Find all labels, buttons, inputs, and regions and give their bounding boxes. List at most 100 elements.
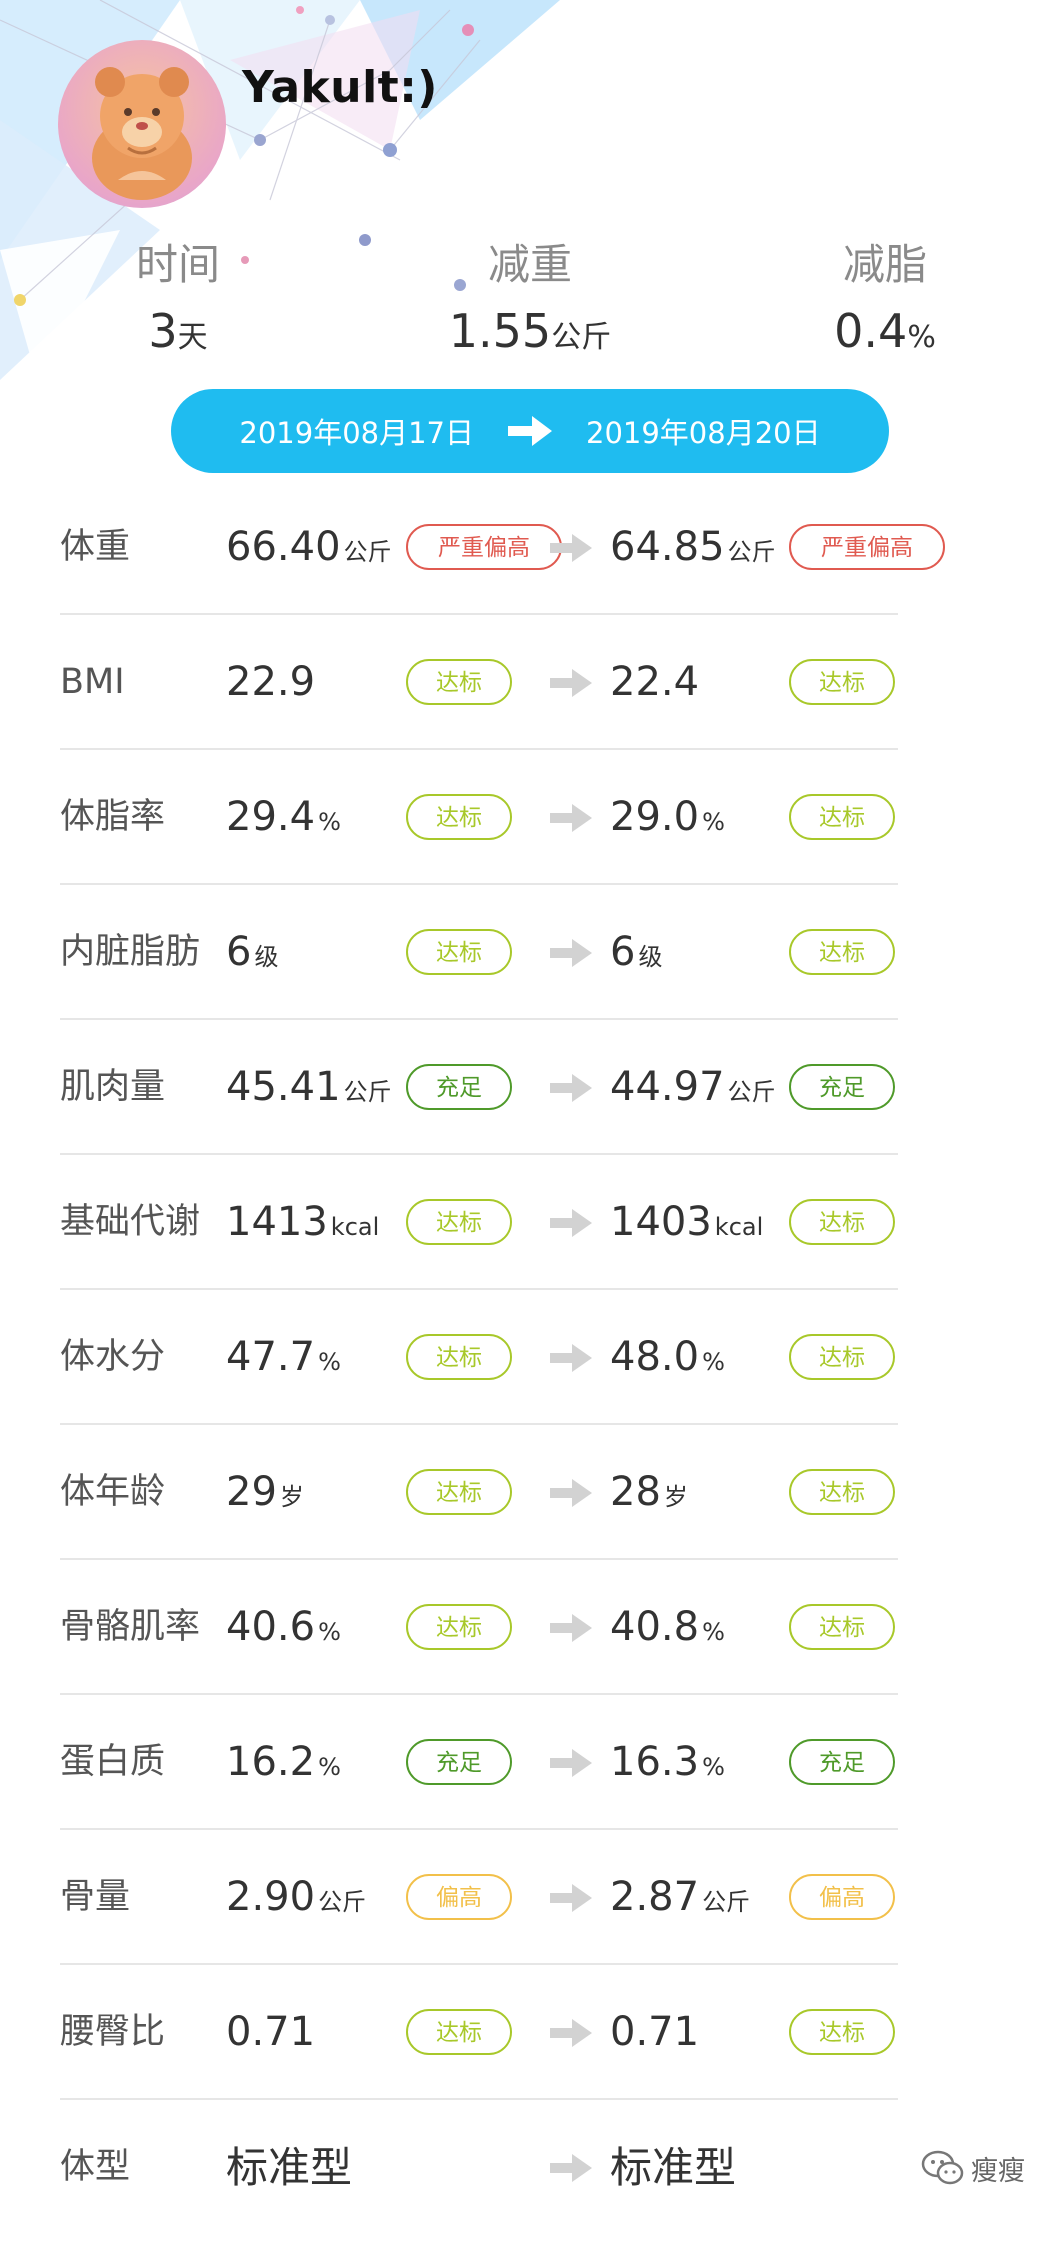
metric-before-number: 29 — [226, 1469, 277, 1515]
date-end: 2019年08月20日 — [586, 416, 821, 450]
stat-weight-label: 减重 — [487, 240, 572, 289]
metric-after-value: 64.85 公斤 — [610, 480, 776, 615]
date-range-pill[interactable]: 2019年08月17日 2019年08月20日 — [171, 389, 889, 473]
metric-before-unit: % — [318, 1348, 341, 1376]
stat-time-unit: 天 — [177, 320, 208, 355]
bear-avatar-icon — [92, 67, 192, 200]
metric-row: 骨量 2.90 公斤 偏高 2.87 公斤 偏高 — [0, 1830, 1059, 1965]
arrow-right-icon — [550, 1884, 592, 1912]
arrow-right-icon — [550, 1614, 592, 1642]
stat-fat-loss: 减脂 0.4% — [800, 244, 970, 355]
metric-after-value: 16.3% — [610, 1695, 725, 1830]
metric-before-unit: 级 — [254, 943, 279, 971]
status-badge-before: 达标 — [406, 1334, 512, 1380]
status-badge-after: 达标 — [789, 659, 895, 705]
metric-before-unit: % — [318, 1753, 341, 1781]
stat-time: 时间 3天 — [118, 244, 238, 355]
metric-after-value: 标准型 — [610, 2100, 739, 2235]
status-badge-after: 达标 — [789, 929, 895, 975]
metric-row: 体脂率 29.4% 达标 29.0% 达标 — [0, 750, 1059, 885]
metric-after-value: 6级 — [610, 885, 662, 1020]
metric-label: 腰臀比 — [60, 2012, 166, 2052]
metric-before-unit: 岁 — [279, 1483, 304, 1511]
metric-before-value: 2.90 公斤 — [226, 1830, 366, 1965]
metric-row: 腰臀比 0.71 达标 0.71 达标 — [0, 1965, 1059, 2100]
metric-before-number: 16.2 — [226, 1739, 316, 1785]
wechat-icon — [921, 2150, 964, 2185]
metric-before-unit: 公斤 — [343, 538, 392, 566]
stat-time-value: 3天 — [118, 308, 238, 354]
metric-label: 体脂率 — [60, 797, 166, 837]
metric-before-value: 1413 kcal — [226, 1155, 379, 1290]
stat-time-number: 3 — [148, 304, 178, 358]
metric-after-value: 0.71 — [610, 1965, 702, 2100]
metric-after-value: 1403 kcal — [610, 1155, 763, 1290]
arrow-right-icon — [550, 2019, 592, 2047]
metric-label: 蛋白质 — [60, 1742, 166, 1782]
metric-after-number: 0.71 — [610, 2009, 700, 2055]
metric-after-unit: 公斤 — [702, 1888, 751, 1916]
stat-weight-value: 1.55公斤 — [420, 308, 640, 354]
metric-after-number: 22.4 — [610, 659, 700, 705]
metric-row: 体水分 47.7% 达标 48.0% 达标 — [0, 1290, 1059, 1425]
metric-before-value: 47.7% — [226, 1290, 341, 1425]
metric-row: 骨骼肌率 40.6% 达标 40.8% 达标 — [0, 1560, 1059, 1695]
metric-after-number: 40.8 — [610, 1604, 700, 1650]
status-badge-after: 达标 — [789, 1199, 895, 1245]
avatar[interactable] — [58, 40, 226, 208]
status-badge-before: 达标 — [406, 794, 512, 840]
metric-after-value: 22.4 — [610, 615, 702, 750]
stat-weight-loss: 减重 1.55公斤 — [420, 240, 640, 355]
metric-label: 内脏脂肪 — [60, 932, 201, 972]
metric-before-number: 0.71 — [226, 2009, 316, 2055]
metric-before-value: 45.41 公斤 — [226, 1020, 392, 1155]
metric-after-unit: 岁 — [663, 1483, 688, 1511]
status-badge-before: 偏高 — [406, 1874, 512, 1920]
status-badge-after: 达标 — [789, 1469, 895, 1515]
metric-row: 体年龄 29 岁达标 28 岁达标 — [0, 1425, 1059, 1560]
arrow-right-icon — [550, 804, 592, 832]
metric-after-unit: % — [702, 1753, 725, 1781]
arrow-right-icon — [550, 2154, 592, 2182]
status-badge-before: 达标 — [406, 929, 512, 975]
arrow-right-icon — [508, 416, 552, 446]
metric-after-number: 2.87 — [610, 1874, 700, 1920]
watermark-text: 瘦瘦 — [971, 2155, 1025, 2187]
metric-after-number: 1403 — [610, 1199, 712, 1245]
status-badge-after: 达标 — [789, 1604, 895, 1650]
metric-before-number: 29.4 — [226, 794, 316, 840]
metric-before-number: 22.9 — [226, 659, 316, 705]
metric-before-number: 40.6 — [226, 1604, 316, 1650]
metric-after-unit: 公斤 — [727, 1078, 776, 1106]
metric-after-unit: % — [702, 808, 725, 836]
metric-after-value: 44.97 公斤 — [610, 1020, 776, 1155]
status-badge-after: 达标 — [789, 794, 895, 840]
arrow-right-icon — [550, 1479, 592, 1507]
status-badge-before: 达标 — [406, 2009, 512, 2055]
status-badge-before: 充足 — [406, 1064, 512, 1110]
arrow-right-icon — [550, 534, 592, 562]
status-badge-before: 达标 — [406, 1469, 512, 1515]
metric-before-value: 0.71 — [226, 1965, 318, 2100]
metric-row: 体型 标准型 标准型 — [0, 2100, 1059, 2235]
metric-before-value: 16.2% — [226, 1695, 341, 1830]
arrow-right-icon — [550, 1344, 592, 1372]
metric-label: 体型 — [60, 2147, 131, 2187]
metrics-list: 体重 66.40 公斤 严重偏高 64.85 公斤 严重偏高 BMI 22.9 达标 22.4 达标体… — [0, 480, 1059, 2235]
metric-before-unit: 公斤 — [343, 1078, 392, 1106]
metric-before-unit: % — [318, 808, 341, 836]
metric-label: 骨骼肌率 — [60, 1607, 201, 1647]
stat-fat-number: 0.4 — [834, 304, 908, 358]
date-start: 2019年08月17日 — [239, 416, 474, 450]
metric-after-number: 16.3 — [610, 1739, 700, 1785]
metric-after-number: 28 — [610, 1469, 661, 1515]
stat-fat-value: 0.4% — [800, 308, 970, 354]
username: Yakult:) — [242, 62, 438, 113]
metric-after-unit: % — [702, 1618, 725, 1646]
metric-label: 体年龄 — [60, 1472, 166, 1512]
arrow-right-icon — [550, 669, 592, 697]
metric-row: 体重 66.40 公斤 严重偏高 64.85 公斤 严重偏高 — [0, 480, 1059, 615]
metric-before-unit: % — [318, 1618, 341, 1646]
metric-label: 骨量 — [60, 1877, 131, 1917]
metric-before-number: 2.90 — [226, 1874, 316, 1920]
